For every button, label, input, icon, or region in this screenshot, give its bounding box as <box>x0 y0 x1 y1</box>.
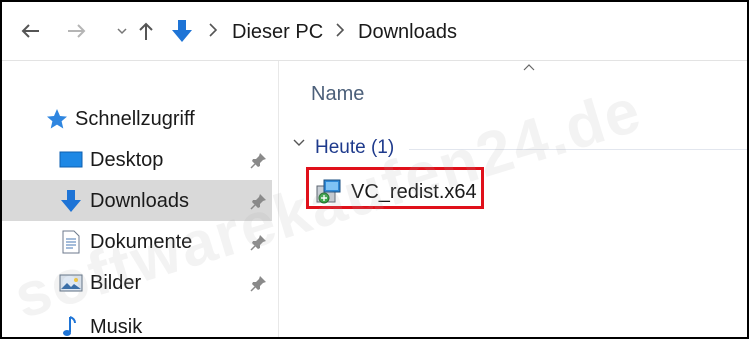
breadcrumb-downloads[interactable]: Downloads <box>358 18 457 46</box>
quick-access-label: Schnellzugriff <box>75 107 195 130</box>
pin-icon[interactable] <box>250 151 268 169</box>
address-bar: Dieser PC Downloads <box>2 2 747 61</box>
sort-ascending-icon <box>523 64 535 71</box>
document-icon <box>58 229 84 255</box>
up-button[interactable] <box>132 16 160 46</box>
location-icon-button <box>168 16 196 46</box>
forward-arrow-icon <box>68 24 86 38</box>
desktop-icon <box>58 147 84 173</box>
navigation-pane: Schnellzugriff Desktop Downloads Dokumen… <box>2 61 279 337</box>
star-icon <box>44 106 70 132</box>
breadcrumb-dieser-pc[interactable]: Dieser PC <box>232 18 323 46</box>
sidebar-item-musik[interactable]: Musik <box>2 306 272 338</box>
sidebar-item-downloads[interactable]: Downloads <box>2 180 272 221</box>
sidebar-item-dokumente[interactable]: Dokumente <box>2 221 272 262</box>
music-icon <box>58 314 84 338</box>
sidebar-item-desktop[interactable]: Desktop <box>2 139 272 180</box>
chevron-down-icon[interactable] <box>293 139 305 147</box>
chevron-down-icon <box>117 28 127 35</box>
chevron-right-icon <box>209 23 218 37</box>
sidebar-item-label: Desktop <box>90 148 164 171</box>
back-button[interactable] <box>16 16 44 46</box>
group-header-today[interactable]: Heute (1) <box>315 135 394 161</box>
up-arrow-icon <box>139 22 153 40</box>
back-arrow-icon <box>21 24 39 38</box>
sidebar-item-label: Bilder <box>90 271 142 294</box>
sidebar-item-label: Downloads <box>90 189 189 212</box>
sidebar-item-label: Dokumente <box>90 230 193 253</box>
file-explorer-window: Dieser PC Downloads Schnellzugriff Deskt… <box>0 0 749 339</box>
column-header-name[interactable]: Name <box>311 81 364 107</box>
group-divider <box>409 149 747 150</box>
sidebar-item-bilder[interactable]: Bilder <box>2 262 272 303</box>
file-list-pane: Name Heute (1) VC_redist.x64 <box>279 61 747 337</box>
highlight-box <box>306 167 484 209</box>
pin-icon[interactable] <box>250 274 268 292</box>
downloads-arrow-icon <box>172 20 192 42</box>
pictures-icon <box>58 270 84 296</box>
pin-icon[interactable] <box>250 233 268 251</box>
quick-access-item[interactable]: Schnellzugriff <box>2 98 272 139</box>
chevron-right-icon <box>336 23 345 37</box>
sidebar-item-label: Musik <box>90 315 143 338</box>
download-icon <box>58 188 84 214</box>
pin-icon[interactable] <box>250 192 268 210</box>
forward-button[interactable] <box>63 16 91 46</box>
